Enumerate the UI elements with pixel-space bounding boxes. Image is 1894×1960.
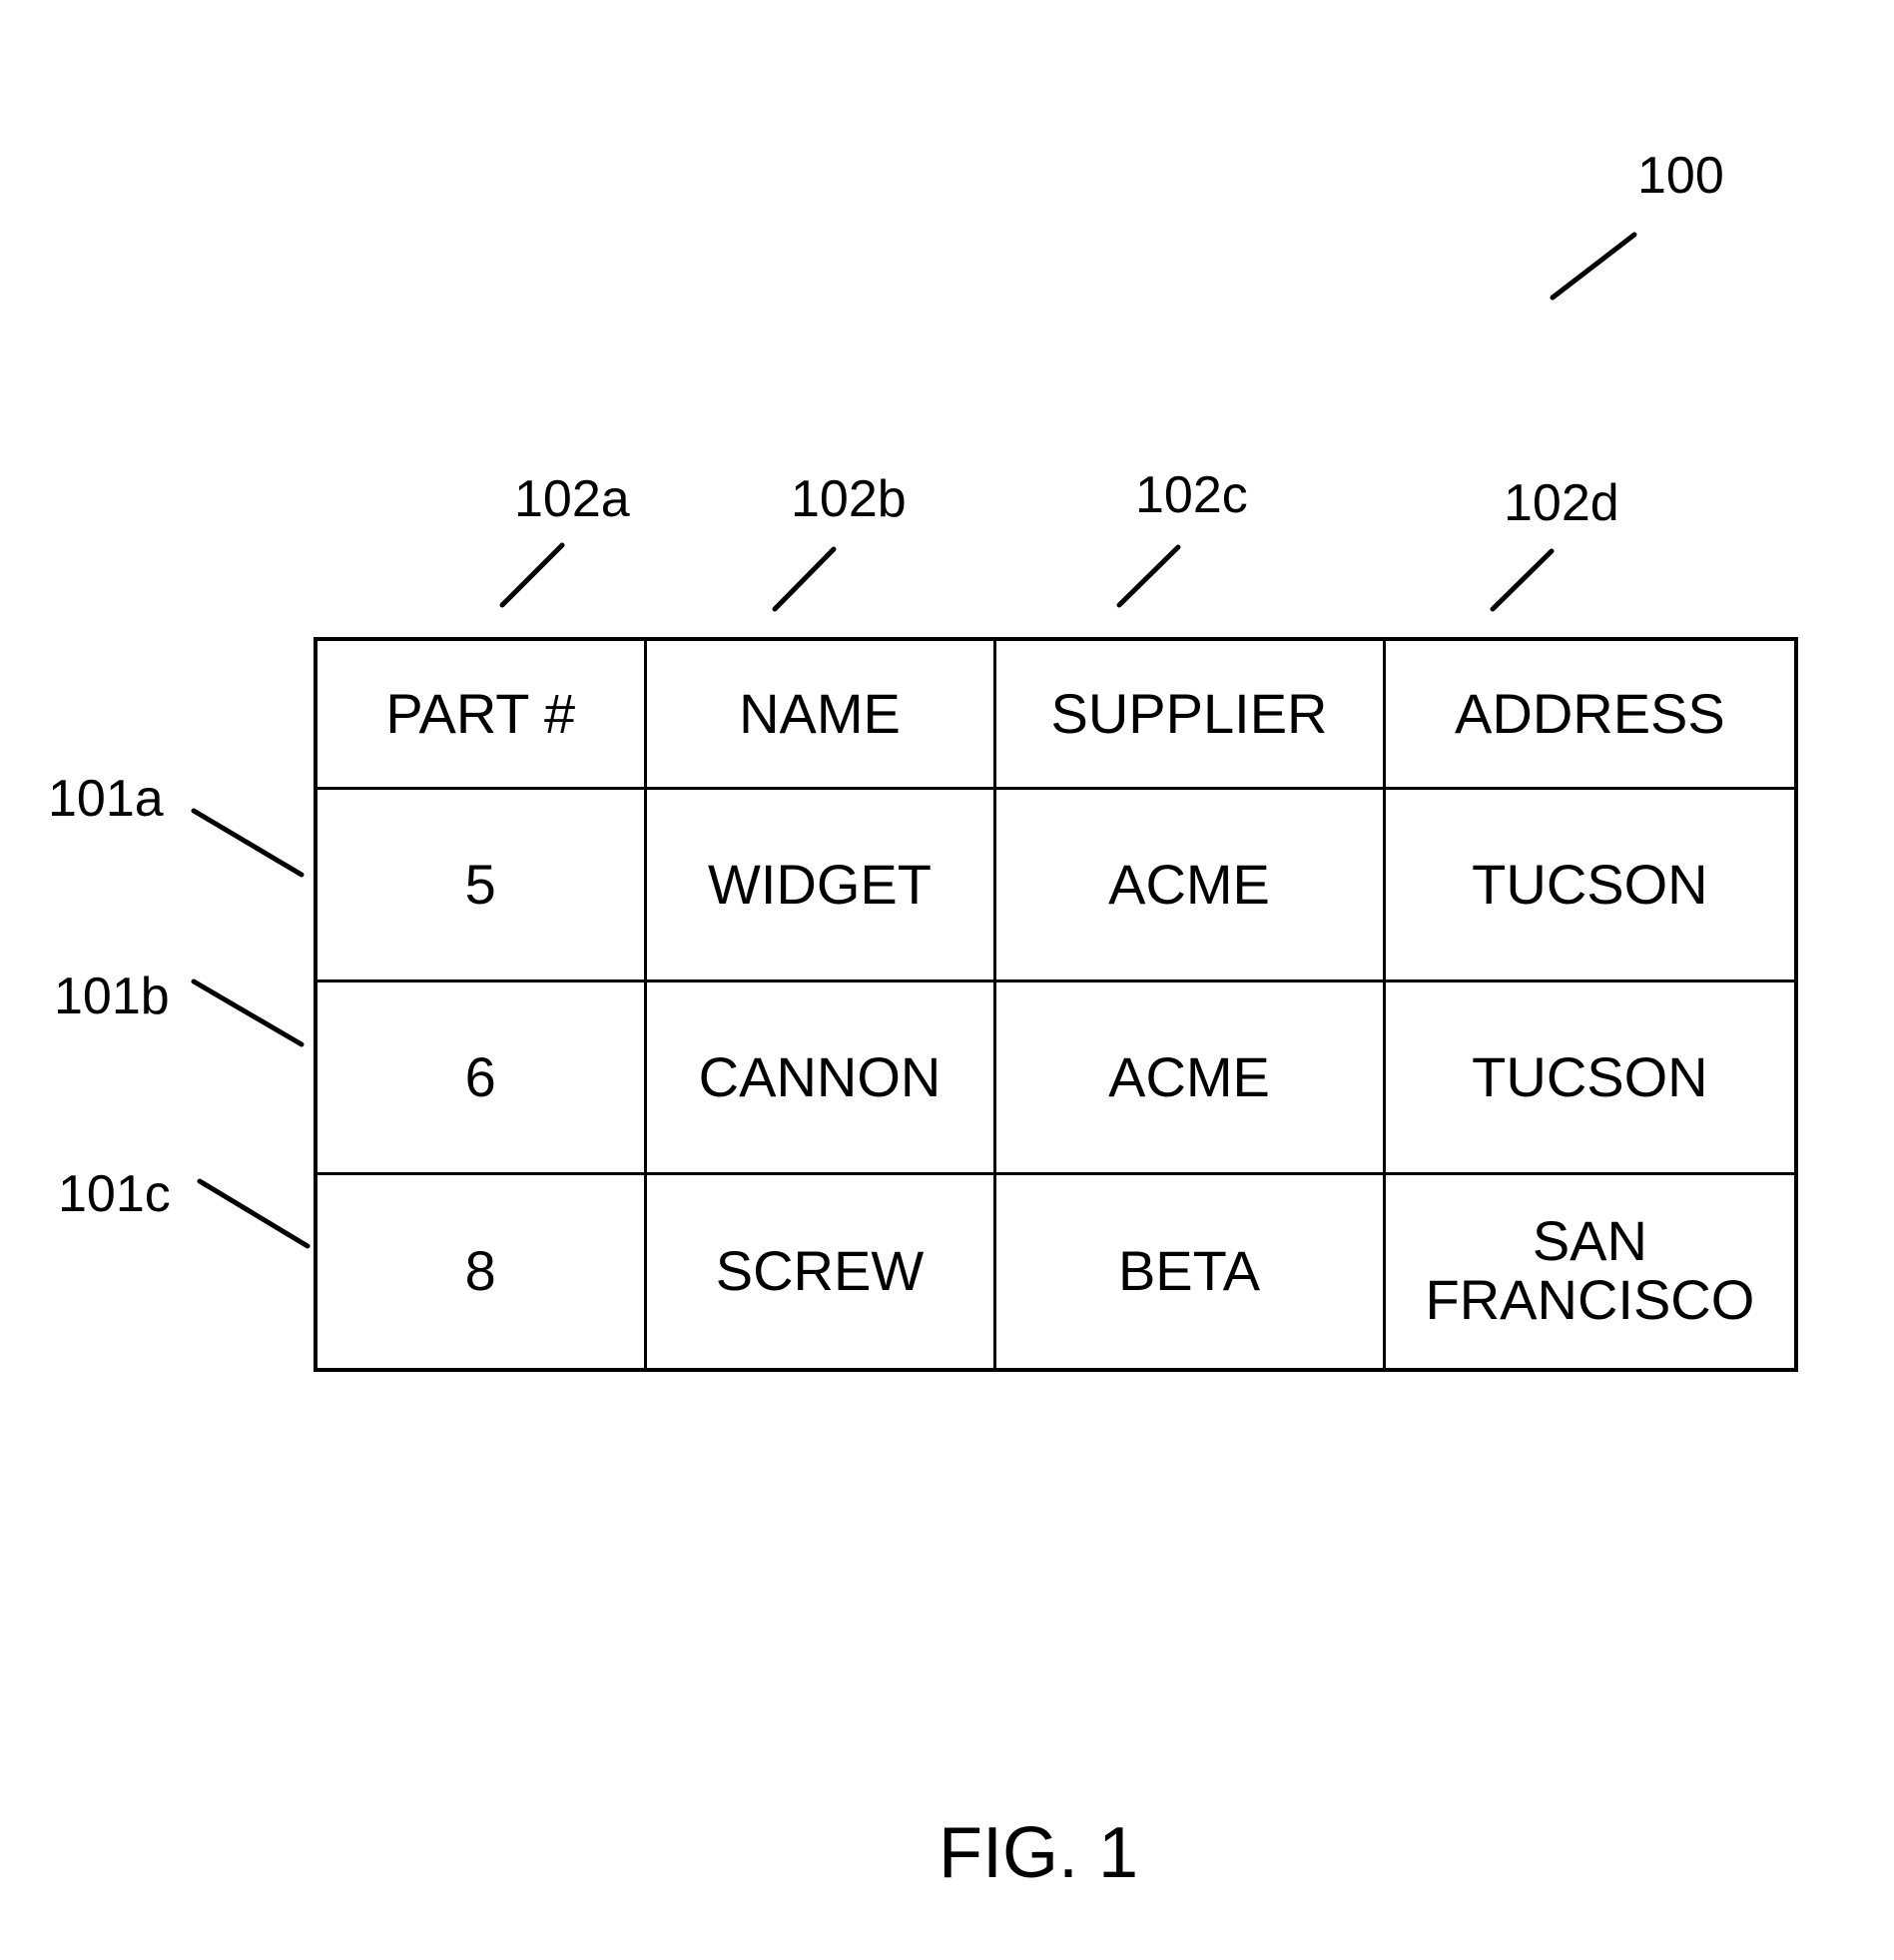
figure-caption: FIG. 1 xyxy=(939,1813,1139,1893)
cell-address: TUCSON xyxy=(1382,787,1798,982)
table-header-row: PART # NAME SUPPLIER ADDRESS xyxy=(314,637,1798,790)
leader-101a xyxy=(191,808,305,878)
cell-address: TUCSON xyxy=(1382,980,1798,1175)
ref-102d: 102d xyxy=(1504,474,1619,532)
leader-102b xyxy=(772,546,837,612)
cell-name: WIDGET xyxy=(643,787,996,982)
ref-100: 100 xyxy=(1637,147,1724,205)
header-supplier: SUPPLIER xyxy=(992,637,1386,790)
cell-name: CANNON xyxy=(643,980,996,1175)
ref-102c: 102c xyxy=(1135,466,1248,524)
cell-name: SCREW xyxy=(643,1172,996,1371)
ref-102b: 102b xyxy=(791,470,907,528)
leader-102d xyxy=(1490,548,1555,612)
ref-101c: 101c xyxy=(58,1165,171,1223)
table-row: 8 SCREW BETA SAN FRANCISCO xyxy=(314,1172,1798,1371)
leader-100 xyxy=(1550,232,1637,301)
cell-supplier: ACME xyxy=(992,980,1386,1175)
leader-102c xyxy=(1116,544,1181,608)
leader-102a xyxy=(499,542,565,608)
cell-address: SAN FRANCISCO xyxy=(1382,1172,1798,1371)
cell-supplier: ACME xyxy=(992,787,1386,982)
ref-102a: 102a xyxy=(514,470,630,528)
parts-table: PART # NAME SUPPLIER ADDRESS 5 WIDGET AC… xyxy=(314,637,1799,1372)
cell-part-number: 8 xyxy=(314,1172,647,1371)
leader-101c xyxy=(197,1178,311,1249)
table-row: 5 WIDGET ACME TUCSON xyxy=(314,787,1798,982)
header-name: NAME xyxy=(643,637,996,790)
ref-101b: 101b xyxy=(54,968,170,1025)
header-part-number: PART # xyxy=(314,637,647,790)
cell-supplier: BETA xyxy=(992,1172,1386,1371)
cell-part-number: 6 xyxy=(314,980,647,1175)
ref-101a: 101a xyxy=(48,770,164,828)
leader-101b xyxy=(191,979,305,1047)
cell-part-number: 5 xyxy=(314,787,647,982)
table-row: 6 CANNON ACME TUCSON xyxy=(314,980,1798,1175)
header-address: ADDRESS xyxy=(1382,637,1798,790)
